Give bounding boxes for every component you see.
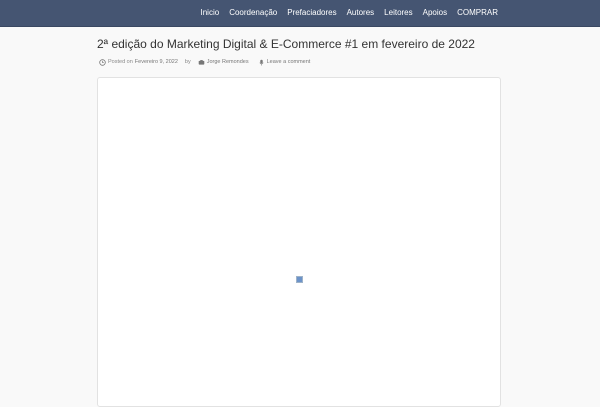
post-meta: Posted on Fevereiro 9, 2022 by Jorge Rem… [99, 57, 310, 67]
author-link[interactable]: Jorge Remondes [207, 59, 249, 65]
top-navigation-bar: Inicio Coordenação Prefaciadores Autores… [0, 0, 600, 27]
nav-item-autores[interactable]: Autores [347, 0, 375, 26]
nav-item-prefaciadores[interactable]: Prefaciadores [287, 0, 336, 26]
main-menu: Inicio Coordenação Prefaciadores Autores… [191, 0, 499, 26]
nav-item-leitores[interactable]: Leitores [384, 0, 412, 26]
nav-item-comprar[interactable]: COMPRAR [457, 0, 498, 26]
nav-item-apoios[interactable]: Apoios [423, 0, 447, 26]
posted-on-label: Posted on [108, 59, 133, 65]
comment-icon [258, 59, 265, 66]
post-media-frame [97, 77, 501, 407]
post-date-link[interactable]: Fevereiro 9, 2022 [135, 59, 178, 65]
clock-icon [99, 58, 106, 66]
broken-image-icon [296, 276, 303, 283]
leave-comment-link[interactable]: Leave a comment [267, 59, 311, 65]
nav-item-inicio[interactable]: Inicio [201, 0, 220, 26]
nav-item-coordenacao[interactable]: Coordenação [229, 0, 277, 26]
post-title[interactable]: 2ª edição do Marketing Digital & E-Comme… [97, 37, 517, 51]
author-icon [198, 59, 205, 66]
by-label: by [184, 59, 191, 65]
